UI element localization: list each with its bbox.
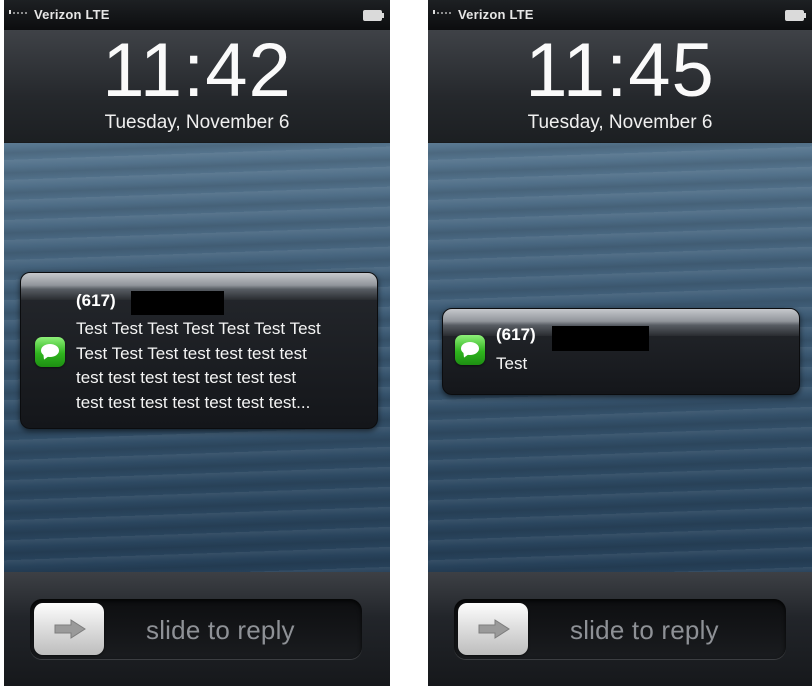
unlock-bar: slide to reply: [428, 572, 812, 686]
carrier-label: Verizon LTE: [34, 7, 110, 22]
notification-body: Test Test Test Test Test Test Test Test …: [76, 317, 321, 415]
notification-body-line: Test: [496, 354, 528, 373]
slide-to-reply-slider[interactable]: slide to reply: [30, 599, 362, 659]
slider-knob[interactable]: [458, 603, 528, 655]
lock-date: Tuesday, November 6: [104, 112, 290, 133]
redacted-phone-number: [552, 326, 649, 351]
notification-body-line: test test test test test test test: [76, 368, 297, 387]
right-arrow-icon: [478, 619, 510, 639]
battery-icon: [785, 10, 806, 21]
slide-to-reply-label: slide to reply: [570, 615, 719, 645]
notification-sender: (617): [496, 325, 536, 344]
slide-to-reply-label: slide to reply: [146, 615, 295, 645]
messages-app-icon: [455, 335, 485, 365]
status-bar: Verizon LTE: [4, 0, 390, 30]
right-arrow-icon: [54, 619, 86, 639]
redacted-phone-number: [131, 291, 224, 315]
carrier-label: Verizon LTE: [458, 7, 534, 22]
lock-time: 11:42: [102, 28, 292, 113]
lock-time: 11:45: [525, 28, 715, 113]
battery-icon: [363, 10, 384, 21]
message-notification[interactable]: (617) Test Test Test Test Test Test Test…: [20, 272, 378, 429]
notification-body-line: Test Test Test Test Test Test Test: [76, 319, 321, 338]
clock-panel: 11:45 Tuesday, November 6: [428, 30, 812, 143]
lock-screen-1142: Verizon LTE 11:42 Tuesday, November 6 (6…: [4, 0, 390, 686]
notification-body: Test: [496, 352, 527, 377]
slide-to-reply-slider[interactable]: slide to reply: [454, 599, 786, 659]
messages-app-icon: [35, 337, 65, 367]
slider-knob[interactable]: [34, 603, 104, 655]
notification-body-line: Test Test Test test test test test: [76, 343, 307, 363]
notification-sender: (617): [76, 291, 116, 310]
clock-panel: 11:42 Tuesday, November 6: [4, 30, 390, 143]
unlock-bar: slide to reply: [4, 572, 390, 686]
lock-screen-1145: Verizon LTE 11:45 Tuesday, November 6 (6…: [428, 0, 812, 686]
notification-body-line: test test test test test test test...: [76, 392, 311, 412]
signal-strength-icon: [9, 10, 27, 14]
status-bar: Verizon LTE: [428, 0, 812, 30]
message-notification[interactable]: (617) Test: [442, 308, 800, 395]
lock-date: Tuesday, November 6: [527, 112, 713, 133]
signal-strength-icon: [433, 10, 451, 14]
